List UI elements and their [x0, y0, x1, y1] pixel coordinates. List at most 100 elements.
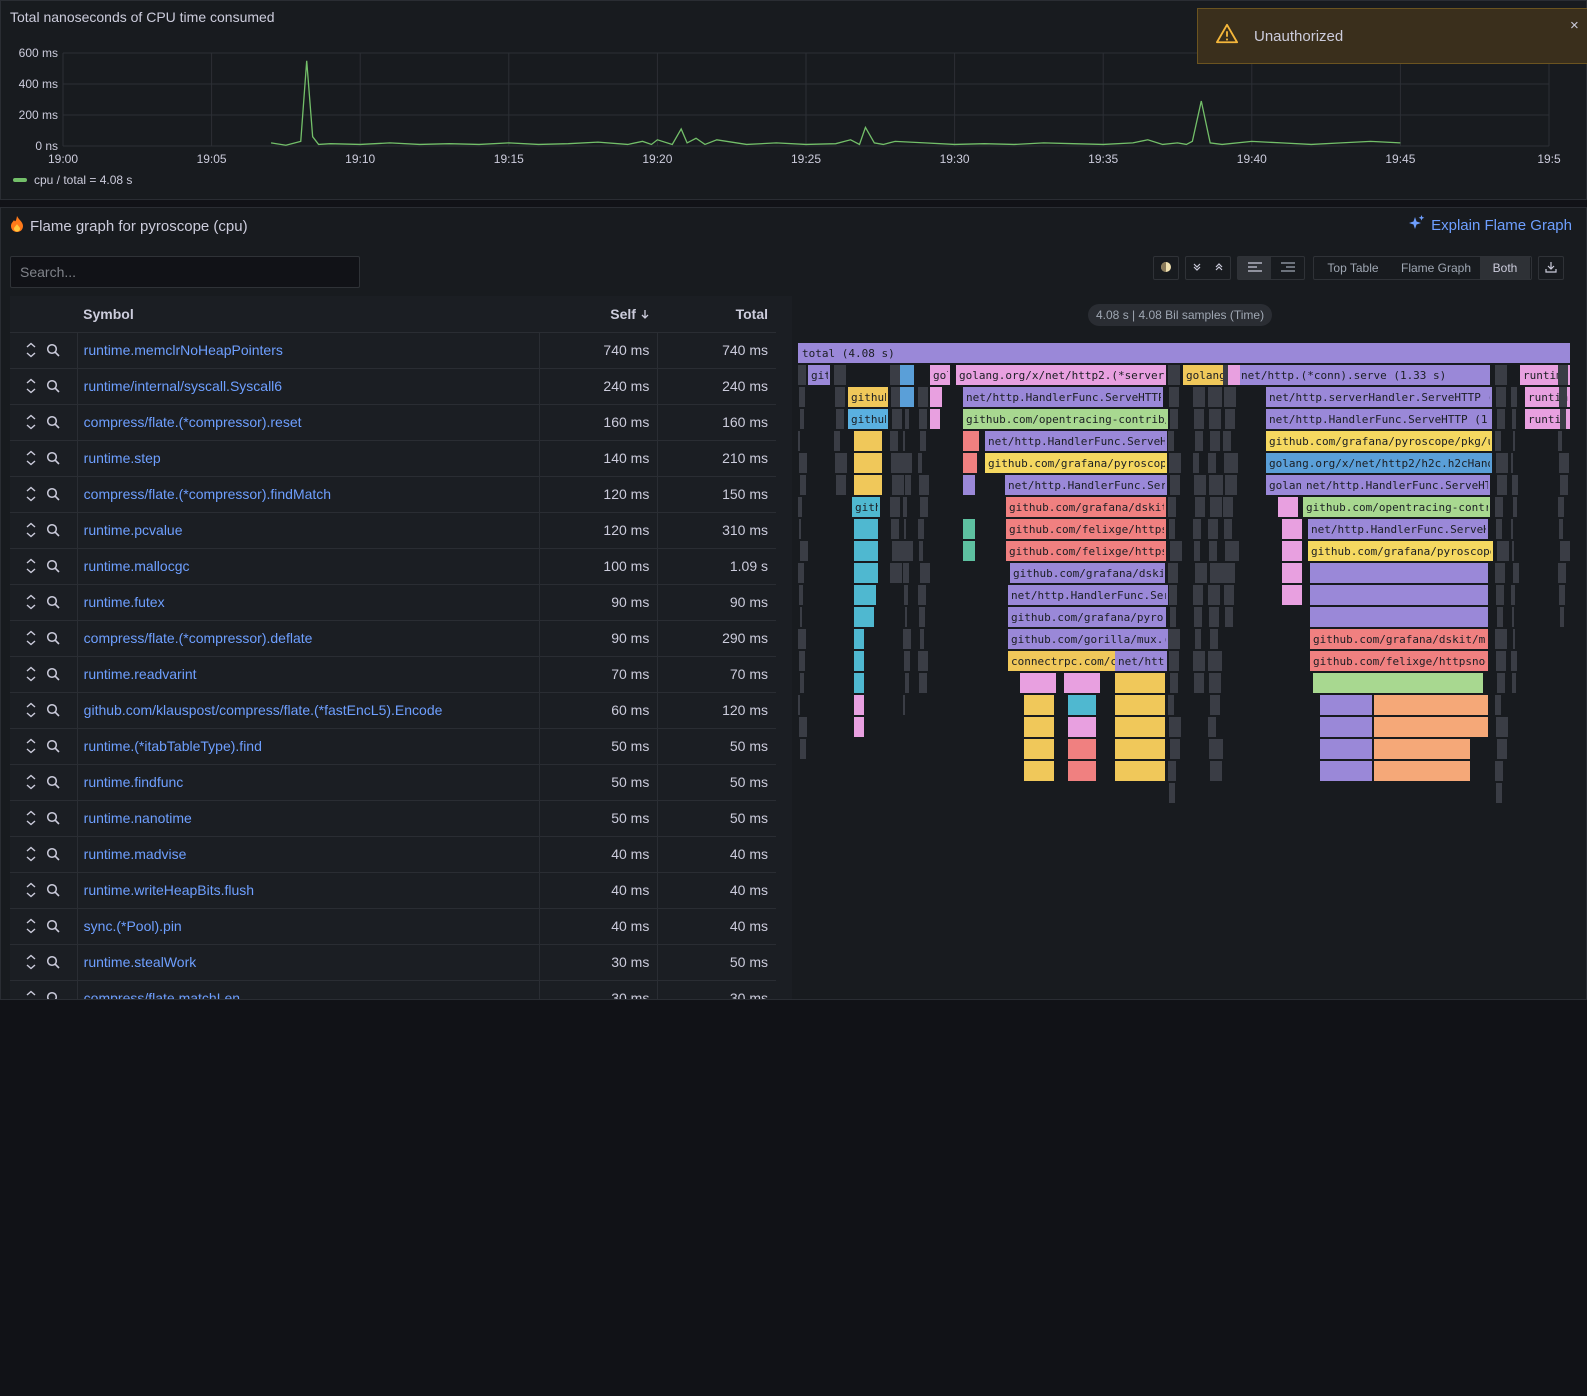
view-top-table-button[interactable]: Top Table [1314, 257, 1392, 279]
sandwich-view-icon[interactable] [20, 483, 42, 505]
table-row[interactable]: runtime.(*itabTableType).find 50 ms 50 ms [10, 728, 776, 765]
color-scheme-button[interactable] [1154, 257, 1178, 279]
symbol-link[interactable]: runtime.findfunc [84, 774, 184, 790]
flame-bar [1559, 585, 1565, 605]
table-row[interactable]: runtime.step 140 ms 210 ms [10, 440, 776, 477]
search-icon[interactable] [42, 951, 64, 973]
sandwich-view-icon[interactable] [20, 915, 42, 937]
sandwich-view-icon[interactable] [20, 591, 42, 613]
sandwich-view-icon[interactable] [20, 375, 42, 397]
symbol-link[interactable]: runtime.pcvalue [84, 522, 183, 538]
search-icon[interactable] [42, 555, 64, 577]
sandwich-view-icon[interactable] [20, 447, 42, 469]
table-row[interactable]: runtime.mallocgc 100 ms 1.09 s [10, 548, 776, 585]
search-icon[interactable] [42, 447, 64, 469]
expand-all-button[interactable] [1208, 257, 1230, 279]
search-icon[interactable] [42, 375, 64, 397]
table-row[interactable]: runtime.nanotime 50 ms 50 ms [10, 800, 776, 837]
sandwich-view-icon[interactable] [20, 807, 42, 829]
symbol-link[interactable]: compress/flate.(*compressor).deflate [84, 630, 313, 646]
symbol-link[interactable]: compress/flate.(*compressor).findMatch [84, 486, 331, 502]
search-icon[interactable] [42, 771, 64, 793]
symbol-link[interactable]: runtime.stealWork [84, 954, 197, 970]
symbol-link[interactable]: compress/flate.(*compressor).reset [84, 414, 302, 430]
close-icon[interactable]: × [1570, 17, 1579, 34]
flame-bar [1195, 629, 1201, 649]
table-row[interactable]: runtime.stealWork 30 ms 50 ms [10, 944, 776, 981]
collapse-all-button[interactable] [1186, 257, 1208, 279]
table-row[interactable]: sync.(*Pool).pin 40 ms 40 ms [10, 908, 776, 945]
search-icon[interactable] [42, 843, 64, 865]
sandwich-view-icon[interactable] [20, 627, 42, 649]
table-row[interactable]: runtime.futex 90 ms 90 ms [10, 584, 776, 621]
search-icon[interactable] [42, 699, 64, 721]
table-row[interactable]: runtime.findfunc 50 ms 50 ms [10, 764, 776, 801]
flame-root[interactable] [798, 343, 1570, 363]
search-input[interactable] [10, 256, 360, 288]
table-row[interactable]: runtime.readvarint 70 ms 70 ms [10, 656, 776, 693]
sandwich-view-icon[interactable] [20, 555, 42, 577]
symbol-link[interactable]: sync.(*Pool).pin [84, 918, 182, 934]
symbol-link[interactable]: runtime.readvarint [84, 666, 197, 682]
symbol-link[interactable]: runtime.mallocgc [84, 558, 190, 574]
total-header[interactable]: Total [657, 296, 776, 333]
self-header[interactable]: Self [539, 296, 658, 333]
table-row[interactable]: github.com/klauspost/compress/flate.(*fa… [10, 692, 776, 729]
sandwich-view-icon[interactable] [20, 843, 42, 865]
table-row[interactable]: compress/flate.(*compressor).findMatch 12… [10, 476, 776, 513]
flame-bar [1209, 409, 1221, 429]
search-icon[interactable] [42, 339, 64, 361]
symbol-link[interactable]: runtime.step [84, 450, 161, 466]
search-icon[interactable] [42, 915, 64, 937]
sandwich-view-icon[interactable] [20, 663, 42, 685]
search-icon[interactable] [42, 663, 64, 685]
symbol-link[interactable]: runtime.writeHeapBits.flush [84, 882, 254, 898]
symbol-link[interactable]: runtime.madvise [84, 846, 187, 862]
search-icon[interactable] [42, 411, 64, 433]
search-icon[interactable] [42, 483, 64, 505]
table-row[interactable]: compress/flate.matchLen 30 ms 30 ms [10, 980, 776, 999]
export-button[interactable] [1539, 257, 1563, 279]
view-both-button[interactable]: Both [1480, 257, 1530, 279]
x-tick-label: 19:10 [345, 152, 375, 166]
sandwich-view-icon[interactable] [20, 519, 42, 541]
table-row[interactable]: runtime.madvise 40 ms 40 ms [10, 836, 776, 873]
export-group [1538, 256, 1564, 280]
sandwich-view-icon[interactable] [20, 411, 42, 433]
sandwich-view-icon[interactable] [20, 699, 42, 721]
symbol-link[interactable]: runtime.futex [84, 594, 165, 610]
search-icon[interactable] [42, 735, 64, 757]
symbol-link[interactable]: runtime/internal/syscall.Syscall6 [84, 378, 282, 394]
search-icon[interactable] [42, 519, 64, 541]
search-icon[interactable] [42, 879, 64, 901]
symbol-link[interactable]: compress/flate.matchLen [84, 990, 240, 999]
color-scheme-toggle[interactable] [1153, 256, 1179, 280]
sandwich-view-icon[interactable] [20, 735, 42, 757]
search-icon[interactable] [42, 987, 64, 999]
table-row[interactable]: compress/flate.(*compressor).deflate 90 m… [10, 620, 776, 657]
chart-legend[interactable]: cpu / total = 4.08 s [13, 173, 132, 187]
sandwich-view-icon[interactable] [20, 771, 42, 793]
symbol-header[interactable]: Symbol [77, 296, 540, 333]
symbol-link[interactable]: github.com/klauspost/compress/flate.(*fa… [84, 702, 443, 718]
sandwich-view-icon[interactable] [20, 951, 42, 973]
align-right-button[interactable] [1271, 257, 1304, 279]
search-icon[interactable] [42, 627, 64, 649]
align-left-button[interactable] [1238, 257, 1271, 279]
search-icon[interactable] [42, 591, 64, 613]
flame-bar [1495, 497, 1503, 517]
table-row[interactable]: runtime.writeHeapBits.flush 40 ms 40 ms [10, 872, 776, 909]
search-icon[interactable] [42, 807, 64, 829]
table-row[interactable]: runtime.pcvalue 120 ms 310 ms [10, 512, 776, 549]
sandwich-view-icon[interactable] [20, 879, 42, 901]
symbol-link[interactable]: runtime.nanotime [84, 810, 192, 826]
symbol-link[interactable]: runtime.(*itabTableType).find [84, 738, 262, 754]
symbol-link[interactable]: runtime.memclrNoHeapPointers [84, 342, 283, 358]
table-row[interactable]: compress/flate.(*compressor).reset 160 ms… [10, 404, 776, 441]
explain-flame-graph-button[interactable]: Explain Flame Graph [1409, 215, 1572, 235]
table-row[interactable]: runtime.memclrNoHeapPointers 740 ms 740 ms [10, 332, 776, 369]
sandwich-view-icon[interactable] [20, 987, 42, 999]
table-row[interactable]: runtime/internal/syscall.Syscall6 240 ms 2… [10, 368, 776, 405]
sandwich-view-icon[interactable] [20, 339, 42, 361]
view-flame-graph-button[interactable]: Flame Graph [1392, 257, 1480, 279]
